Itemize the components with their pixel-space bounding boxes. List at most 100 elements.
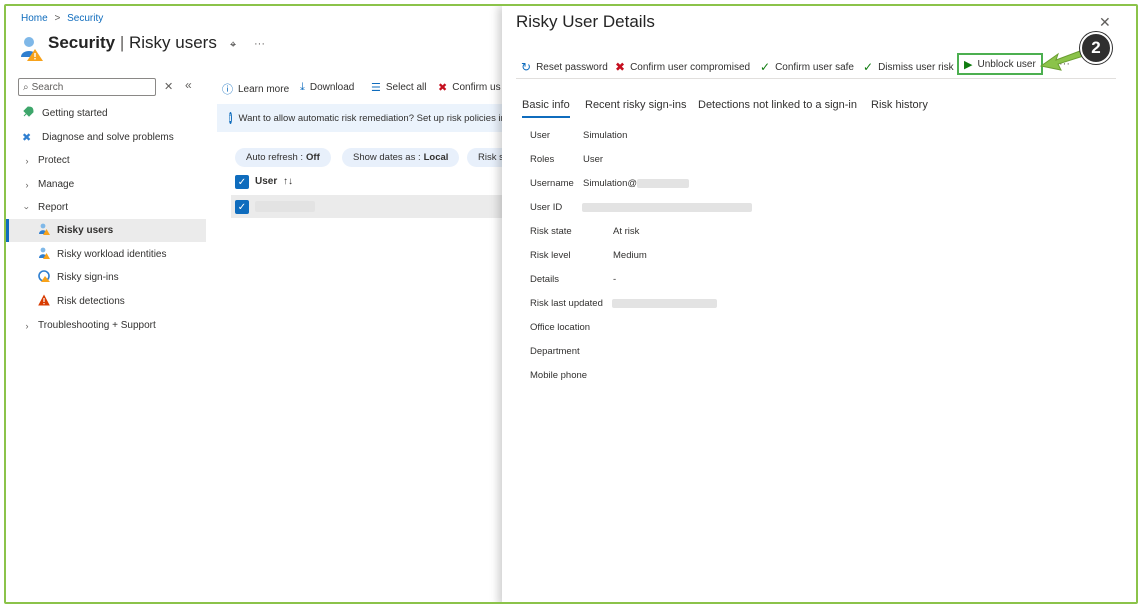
sidebar-item-diagnose[interactable]: ✖ Diagnose and solve problems: [6, 126, 206, 149]
sidebar-search-input[interactable]: ⌕ Search: [18, 78, 156, 96]
breadcrumb-security[interactable]: Security: [67, 13, 103, 24]
field-risk-state-label: Risk state: [530, 226, 572, 237]
sidebar-item-risk-detections[interactable]: Risk detections: [6, 290, 206, 313]
field-mobile-label: Mobile phone: [530, 370, 588, 381]
sidebar-item-report[interactable]: › Report: [6, 196, 206, 219]
details-title: Risky User Details: [516, 12, 655, 31]
learn-more-label: Learn more: [238, 83, 290, 95]
field-username-value: Simulation@: [583, 178, 637, 189]
sidebar-item-risky-users[interactable]: Risky users: [6, 219, 206, 242]
sidebar-item-label: Risky sign-ins: [57, 272, 119, 283]
redacted-risk-updated: [612, 299, 717, 308]
tab-recent-risky-signins[interactable]: Recent risky sign-ins: [585, 99, 686, 111]
sidebar-item-protect[interactable]: › Protect: [6, 149, 206, 172]
sidebar-item-risky-workload[interactable]: Risky workload identities: [6, 243, 206, 266]
sidebar-item-label: Risk detections: [57, 296, 125, 307]
redacted-username-domain: [637, 179, 689, 188]
learn-more-button[interactable]: ⓘ Learn more: [222, 81, 289, 97]
risky-user-icon: [38, 223, 52, 238]
sidebar-item-label: Getting started: [42, 108, 108, 119]
checkmark-icon: ✓: [863, 60, 874, 74]
checkmark-icon: ✓: [760, 60, 771, 74]
dismiss-risk-button[interactable]: ✓ Dismiss user risk: [863, 60, 954, 74]
workload-identity-icon: [38, 247, 52, 262]
confirm-user-button[interactable]: ✖ Confirm us: [438, 81, 501, 94]
confirm-safe-button[interactable]: ✓ Confirm user safe: [760, 60, 854, 74]
cross-icon: ✖: [438, 82, 448, 94]
search-placeholder: Search: [31, 81, 64, 93]
play-icon: ▶: [964, 58, 973, 71]
select-all-button[interactable]: ☰ Select all: [371, 81, 426, 94]
sort-icon: ↑↓: [283, 176, 294, 187]
sidebar-item-risky-signins[interactable]: Risky sign-ins: [6, 266, 206, 289]
collapse-sidebar-icon[interactable]: «: [185, 78, 192, 92]
sidebar-item-label: Troubleshooting + Support: [38, 320, 156, 331]
auto-refresh-value: Off: [306, 152, 320, 163]
confirm-compromised-label: Confirm user compromised: [630, 61, 751, 73]
column-header-user[interactable]: User ↑↓: [255, 176, 293, 187]
table-row[interactable]: ✓: [231, 195, 521, 218]
sidebar-item-troubleshooting[interactable]: › Troubleshooting + Support: [6, 314, 206, 337]
field-user-value[interactable]: Simulation: [583, 130, 627, 141]
field-risk-updated-label: Risk last updated: [530, 298, 603, 309]
info-icon: i: [229, 112, 232, 124]
chevron-down-icon: ›: [22, 206, 32, 209]
field-department-label: Department: [530, 346, 580, 357]
reset-password-button[interactable]: ↻ Reset password: [521, 60, 608, 74]
close-icon[interactable]: ✕: [1099, 14, 1111, 31]
reset-password-label: Reset password: [536, 61, 608, 73]
sidebar-item-getting-started[interactable]: Getting started: [6, 102, 206, 125]
clear-search-icon[interactable]: ✕: [164, 80, 173, 93]
more-options-button[interactable]: ···: [254, 38, 265, 50]
download-icon: ⤓: [300, 81, 305, 93]
window-frame: Home > Security Security | Risky users ⌖…: [4, 4, 1138, 604]
field-office-label: Office location: [530, 322, 591, 333]
sidebar-item-manage[interactable]: › Manage: [6, 173, 206, 196]
breadcrumb-separator: >: [54, 13, 61, 24]
breadcrumb: Home > Security: [21, 13, 103, 24]
dismiss-risk-label: Dismiss user risk: [878, 61, 954, 73]
chevron-right-icon: ›: [25, 320, 29, 331]
risk-filter-label: Risk s: [478, 152, 504, 163]
tab-basic-info[interactable]: Basic info: [522, 99, 570, 118]
field-user-label: User: [530, 130, 551, 141]
show-dates-value: Local: [423, 152, 449, 163]
search-icon: ⌕: [23, 81, 29, 93]
confirm-safe-label: Confirm user safe: [775, 61, 854, 73]
show-dates-label: Show dates as :: [353, 152, 421, 163]
tab-detections-not-linked[interactable]: Detections not linked to a sign-in: [698, 99, 857, 111]
sidebar-item-label: Protect: [38, 155, 70, 166]
select-all-icon: ☰: [371, 82, 381, 94]
sidebar-item-label: Manage: [38, 179, 75, 190]
show-dates-filter[interactable]: Show dates as : Local: [342, 148, 460, 167]
page-title-sub: Risky users: [128, 33, 217, 52]
row-checkbox[interactable]: ✓: [235, 200, 249, 214]
risky-user-title-icon: [20, 35, 44, 61]
rocket-icon: [22, 106, 36, 121]
confirm-compromised-button[interactable]: ✖ Confirm user compromised: [615, 60, 750, 74]
field-userid-label: User ID: [530, 202, 563, 213]
breadcrumb-home[interactable]: Home: [21, 13, 48, 24]
page-title: Security | Risky users: [48, 33, 217, 53]
risky-user-details-panel: Risky User Details ✕ ↻ Reset password ✖ …: [502, 6, 1136, 602]
unblock-user-label: Unblock user: [977, 58, 1036, 70]
field-username-label: Username: [530, 178, 574, 189]
auto-refresh-filter[interactable]: Auto refresh : Off: [235, 148, 331, 167]
field-risk-level-label: Risk level: [530, 250, 571, 261]
select-all-checkbox[interactable]: ✓: [235, 175, 249, 189]
wrench-icon: ✖: [22, 132, 32, 144]
step-callout-badge: 2: [1080, 32, 1112, 64]
info-banner: i Want to allow automatic risk remediati…: [217, 104, 507, 132]
pin-icon[interactable]: ⌖: [230, 39, 236, 52]
column-header-label: User: [255, 176, 278, 187]
download-button[interactable]: ⤓ Download: [300, 81, 354, 94]
warning-icon: [38, 294, 52, 309]
redacted-user-name: [255, 201, 315, 212]
unblock-user-button[interactable]: ▶ Unblock user: [957, 53, 1043, 75]
risky-signin-icon: [38, 270, 52, 285]
chevron-right-icon: ›: [25, 155, 29, 166]
tab-risk-history[interactable]: Risk history: [871, 99, 928, 111]
select-all-label: Select all: [385, 82, 427, 93]
field-roles-value: User: [583, 154, 604, 165]
page-title-main: Security: [48, 33, 116, 52]
